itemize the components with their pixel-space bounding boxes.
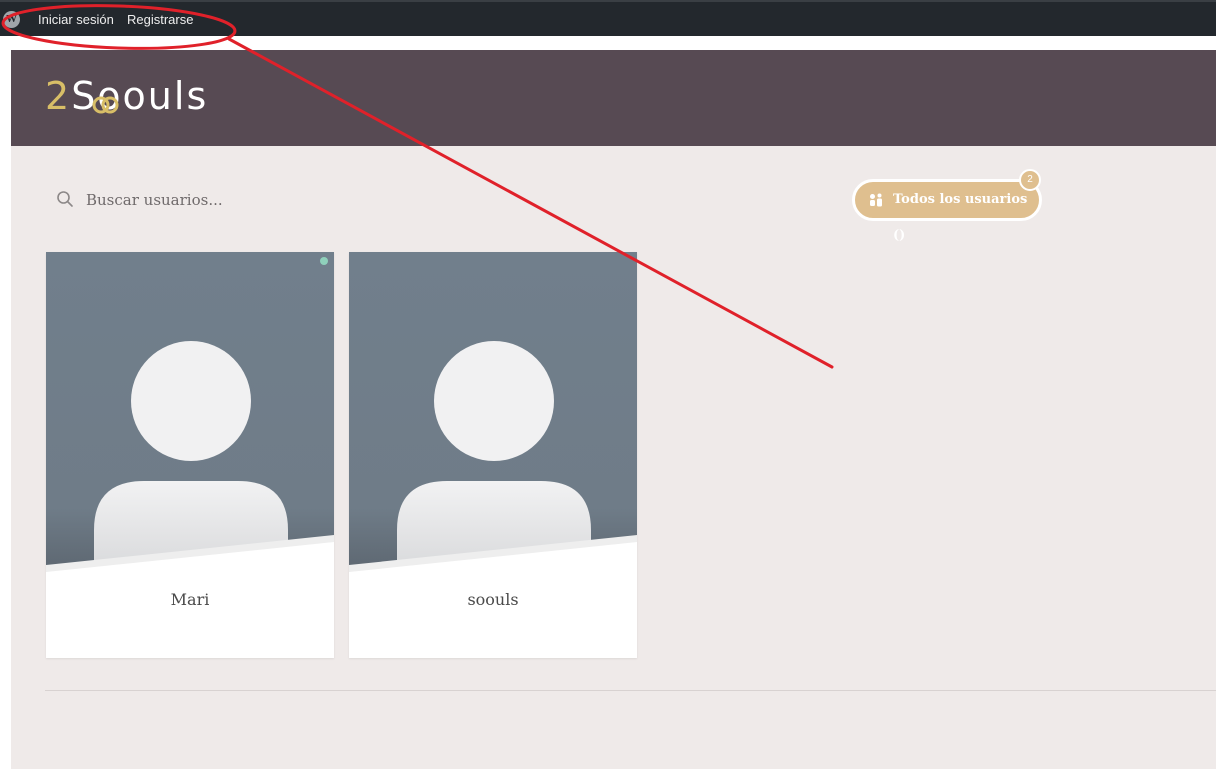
register-link[interactable]: Registrarse: [127, 12, 193, 27]
logo-number: 2: [45, 74, 72, 118]
member-avatar: [349, 252, 637, 572]
members-directory: Todos los usuarios () 2 Mari: [11, 146, 1216, 769]
member-card-mari[interactable]: Mari: [46, 252, 334, 658]
admin-bar: W Iniciar sesión Registrarse: [0, 0, 1216, 36]
member-card-soouls[interactable]: soouls: [349, 252, 637, 658]
divider: [45, 690, 1216, 691]
site-logo[interactable]: 2Soouls: [45, 74, 208, 118]
member-name[interactable]: Mari: [46, 590, 334, 609]
search-input[interactable]: [84, 186, 548, 214]
login-link[interactable]: Iniciar sesión: [38, 12, 114, 27]
member-avatar: [46, 252, 334, 572]
member-name[interactable]: soouls: [349, 590, 637, 609]
all-users-filter-button[interactable]: Todos los usuarios (): [852, 179, 1042, 243]
site-header: 2Soouls: [11, 50, 1216, 146]
online-status-indicator: [320, 257, 328, 265]
wordpress-icon[interactable]: W: [3, 11, 20, 28]
page-margin: [0, 36, 11, 769]
rings-icon: [92, 96, 119, 114]
search-bar: [56, 186, 556, 214]
search-icon: [57, 191, 73, 207]
users-count-badge: 2: [1019, 169, 1041, 191]
users-icon: [870, 193, 882, 207]
all-users-label: Todos los usuarios (): [893, 192, 1028, 243]
